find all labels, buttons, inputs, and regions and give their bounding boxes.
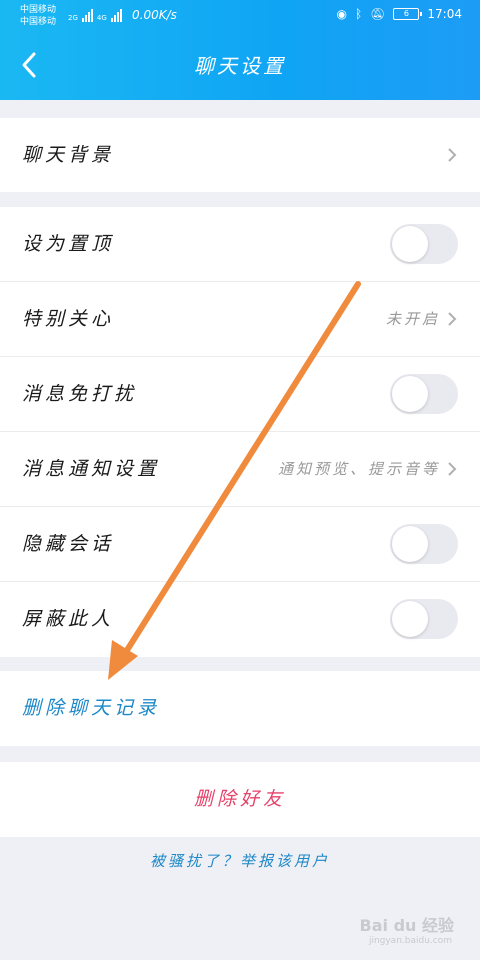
delete-history-row[interactable]: 删除聊天记录 xyxy=(0,671,480,746)
mute-bell-icon: 🔕︎ xyxy=(370,7,386,21)
chat-background-label: 聊天背景 xyxy=(22,144,115,166)
special-care-row[interactable]: 特别关心 未开启 xyxy=(0,282,480,357)
page-title: 聊天设置 xyxy=(194,54,286,78)
pin-to-top-row[interactable]: 设为置顶 xyxy=(0,207,480,282)
network-indicators: 2G 4G xyxy=(68,9,122,22)
eye-icon: ◉ xyxy=(336,7,347,21)
signal-icon xyxy=(81,9,93,22)
do-not-disturb-toggle[interactable] xyxy=(390,374,458,414)
system-icons: ◉ ᛒ 🔕︎ 6 17:04 xyxy=(336,7,462,21)
battery-icon: 6 xyxy=(393,8,423,20)
chevron-right-icon xyxy=(448,312,457,326)
chat-background-section: 聊天背景 xyxy=(0,118,480,192)
hide-conversation-label: 隐藏会话 xyxy=(22,533,115,555)
network-speed: 0.00K/s xyxy=(132,8,177,22)
hide-conversation-row[interactable]: 隐藏会话 xyxy=(0,507,480,582)
carrier-labels: 中国移动 中国移动 xyxy=(20,4,56,28)
special-care-value: 未开启 xyxy=(385,310,440,328)
toggle-knob xyxy=(392,601,428,637)
network-1-label: 2G xyxy=(68,14,78,22)
chevron-right-icon xyxy=(448,148,457,162)
notification-settings-label: 消息通知设置 xyxy=(22,458,161,480)
report-user-link[interactable]: 被骚扰了？举报该用户 xyxy=(0,850,480,871)
do-not-disturb-row[interactable]: 消息免打扰 xyxy=(0,357,480,432)
network-2-label: 4G xyxy=(96,14,107,22)
pin-to-top-label: 设为置顶 xyxy=(22,233,115,255)
signal-icon xyxy=(110,9,122,22)
toggle-knob xyxy=(392,376,428,412)
bluetooth-icon: ᛒ xyxy=(354,7,363,21)
watermark-logo: Bai du 经验 xyxy=(359,916,454,935)
block-user-row[interactable]: 屏蔽此人 xyxy=(0,582,480,657)
toggle-knob xyxy=(392,526,428,562)
hide-conversation-toggle[interactable] xyxy=(390,524,458,564)
carrier-2: 中国移动 xyxy=(20,17,57,27)
delete-friend-button[interactable]: 删除好友 xyxy=(0,762,480,837)
chat-background-row[interactable]: 聊天背景 xyxy=(0,118,480,192)
carrier-1: 中国移动 xyxy=(20,5,57,15)
battery-level: 6 xyxy=(403,9,409,18)
block-user-toggle[interactable] xyxy=(390,599,458,639)
app-header: 中国移动 中国移动 2G 4G 0.00K/s ◉ ᛒ 🔕︎ 6 17:04 聊… xyxy=(0,0,480,100)
watermark-url: jingyan.baidu.com xyxy=(368,936,452,946)
special-care-label: 特别关心 xyxy=(22,308,115,330)
do-not-disturb-label: 消息免打扰 xyxy=(22,383,138,405)
notification-settings-row[interactable]: 消息通知设置 通知预览、提示音等 xyxy=(0,432,480,507)
toggle-knob xyxy=(392,226,428,262)
pin-to-top-toggle[interactable] xyxy=(390,224,458,264)
delete-history-section: 删除聊天记录 xyxy=(0,671,480,746)
block-user-label: 屏蔽此人 xyxy=(22,608,115,630)
status-bar: 中国移动 中国移动 2G 4G 0.00K/s ◉ ᛒ 🔕︎ 6 17:04 xyxy=(0,0,480,34)
clock: 17:04 xyxy=(427,7,462,21)
settings-section: 设为置顶 特别关心 未开启 消息免打扰 消息通知设置 通知预览、提示音等 隐藏会… xyxy=(0,207,480,657)
chevron-right-icon xyxy=(448,462,457,476)
notification-settings-value: 通知预览、提示音等 xyxy=(277,460,440,478)
delete-friend-section: 删除好友 xyxy=(0,762,480,837)
delete-history-button[interactable]: 删除聊天记录 xyxy=(22,671,160,746)
